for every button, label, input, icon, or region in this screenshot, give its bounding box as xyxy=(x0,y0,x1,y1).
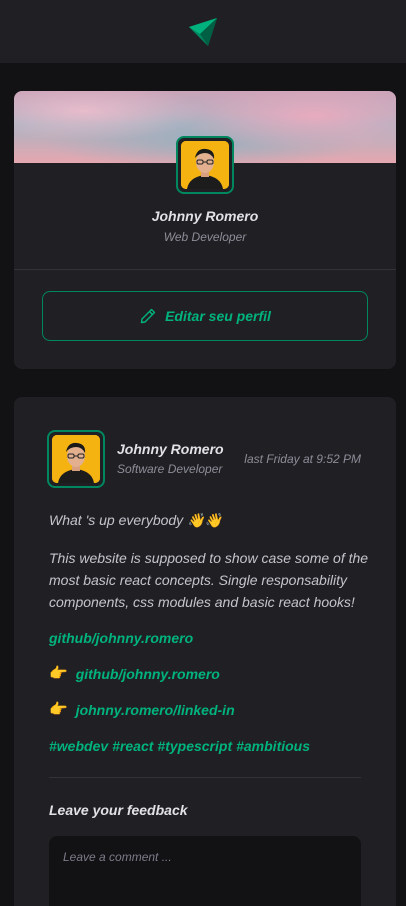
feedback-title: Leave your feedback xyxy=(49,802,188,818)
avatar-photo xyxy=(181,141,229,189)
hashtag-link[interactable]: #webdev xyxy=(49,735,108,757)
profile-sidebar-card: Johnny Romero Web Developer Editar seu p… xyxy=(14,91,396,369)
post-timestamp: last Friday at 9:52 PM xyxy=(244,452,361,466)
profile-name: Johnny Romero xyxy=(151,208,259,224)
paper-plane-logo-icon xyxy=(189,17,217,46)
hashtag-link[interactable]: #react xyxy=(112,735,153,757)
post-author-name: Johnny Romero xyxy=(117,441,224,457)
pointing-hand-icon: 👉 xyxy=(49,701,68,718)
profile-role: Web Developer xyxy=(163,230,247,244)
hashtag-link[interactable]: #ambitious xyxy=(236,735,310,757)
post-greeting: What 's up everybody 👋👋 xyxy=(49,512,222,528)
hashtag-link[interactable]: #typescript xyxy=(157,735,232,757)
post-content: What 's up everybody 👋👋 This website is … xyxy=(49,509,369,757)
post-hashtags: #webdev #react #typescript #ambitious xyxy=(49,735,369,757)
post-paragraph: This website is supposed to show case so… xyxy=(49,550,369,610)
pencil-icon xyxy=(140,308,156,324)
pointing-hand-icon: 👉 xyxy=(49,665,68,682)
post-link-github[interactable]: github/johnny.romero xyxy=(49,627,369,649)
app-header xyxy=(0,0,406,63)
post-author-role: Software Developer xyxy=(117,462,223,476)
edit-profile-button[interactable]: Editar seu perfil xyxy=(42,291,368,341)
post-link-line: 👉 johnny.romero/linked-in xyxy=(49,699,369,721)
edit-profile-label: Editar seu perfil xyxy=(165,308,271,324)
divider xyxy=(49,777,361,778)
profile-avatar xyxy=(176,136,234,194)
post-card: Johnny Romero Software Developer last Fr… xyxy=(14,397,396,906)
post-author-avatar[interactable] xyxy=(47,430,105,488)
avatar-photo xyxy=(52,435,100,483)
comment-input[interactable] xyxy=(49,836,361,906)
divider xyxy=(14,269,396,270)
post-link-line: 👉 github/johnny.romero xyxy=(49,663,369,685)
post-link-github-2[interactable]: github/johnny.romero xyxy=(76,663,220,685)
post-link-linkedin[interactable]: johnny.romero/linked-in xyxy=(76,699,235,721)
